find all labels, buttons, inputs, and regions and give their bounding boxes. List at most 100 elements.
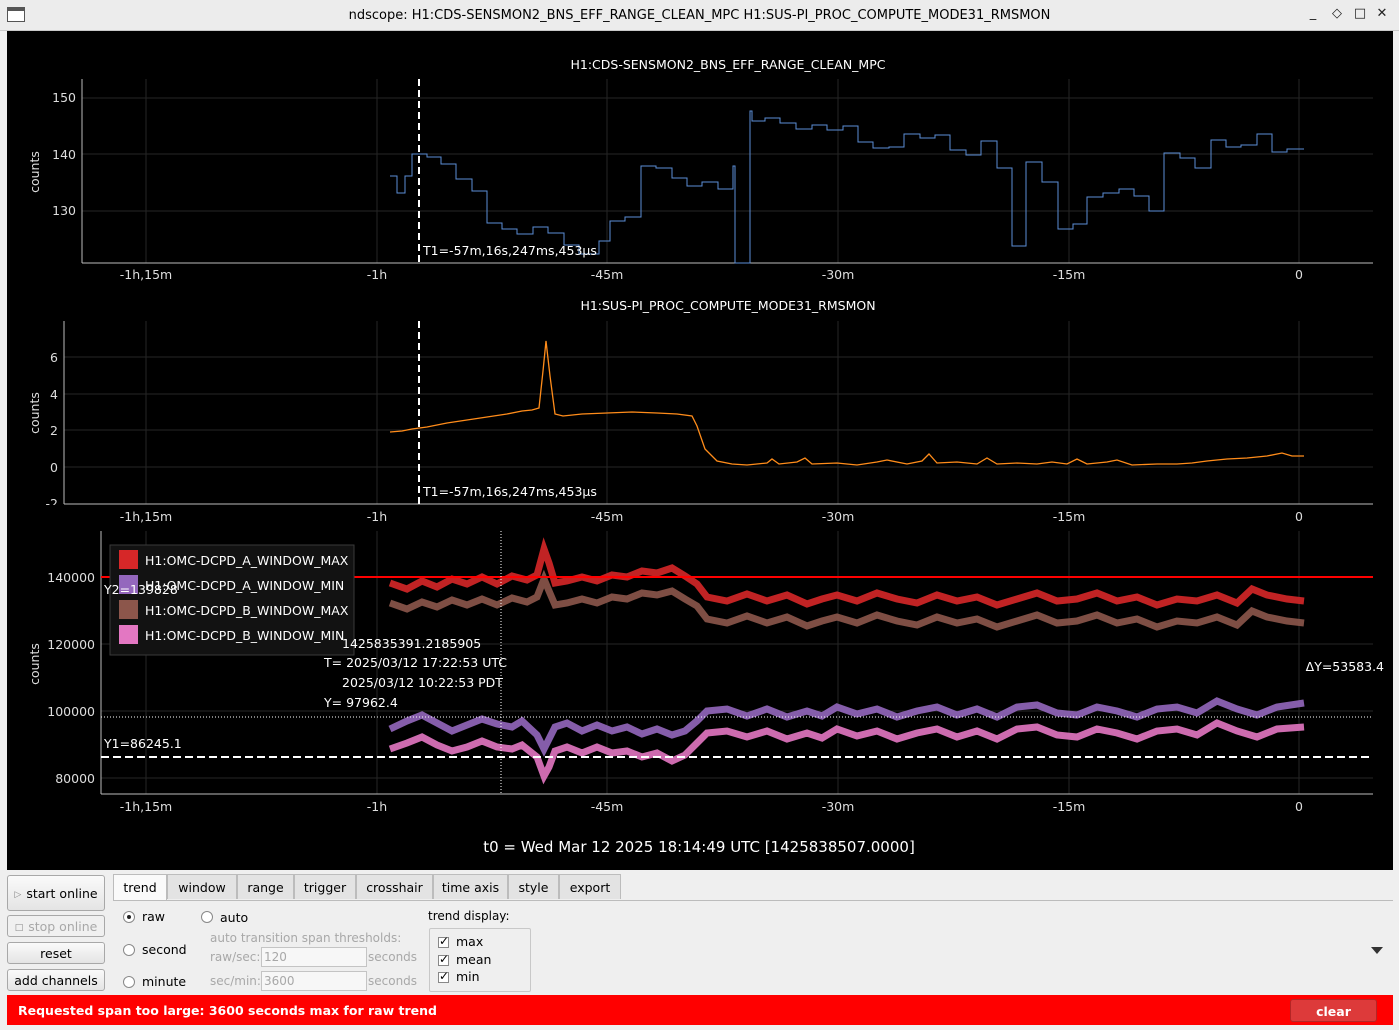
tab-export[interactable]: export [559, 874, 621, 899]
plot3-ytick: 140000 [47, 570, 95, 585]
raw-sec-label: raw/sec: [210, 950, 261, 964]
stop-online-label: stop online [28, 919, 98, 934]
trend-panel: raw second minute auto auto transition s… [113, 900, 1393, 992]
raw-label: raw [142, 909, 166, 924]
dcpd-a-min-trace [388, 697, 1305, 757]
plot1-title: H1:CDS-SENSMON2_BNS_EFF_RANGE_CLEAN_MPC [570, 57, 885, 72]
tab-trigger[interactable]: trigger [294, 874, 356, 899]
tab-time-axis[interactable]: time axis [433, 874, 508, 899]
tab-window[interactable]: window [167, 874, 237, 899]
title-bar: ndscope: H1:CDS-SENSMON2_BNS_EFF_RANGE_C… [0, 0, 1399, 31]
start-online-label: start online [26, 886, 98, 901]
legend-swatch [119, 600, 138, 619]
auto-label: auto [220, 910, 249, 925]
plot3-ytick: 80000 [55, 771, 95, 786]
plot2-ytick: 0 [50, 460, 58, 475]
minute-radio[interactable] [123, 976, 135, 988]
plot1-ytick: 150 [52, 90, 76, 105]
plot1-xtick: 0 [1295, 267, 1303, 282]
plot3-ylabel: counts [27, 643, 42, 685]
raw-radio[interactable] [123, 911, 135, 923]
window-title: ndscope: H1:CDS-SENSMON2_BNS_EFF_RANGE_C… [348, 8, 1051, 23]
tab-style[interactable]: style [508, 874, 559, 899]
plot2-title: H1:SUS-PI_PROC_COMPUTE_MODE31_RMSMON [580, 298, 875, 313]
plot3-xtick: -1h,15m [120, 799, 172, 814]
sec-min-label: sec/min: [210, 974, 261, 988]
reset-button[interactable]: reset [7, 942, 105, 964]
seconds-unit: seconds [368, 974, 418, 988]
stop-icon: □ [14, 923, 24, 933]
maximize-icon[interactable]: □ [1352, 6, 1368, 22]
expand-arrow-icon[interactable] [1371, 947, 1383, 954]
sec-min-input[interactable]: 3600 [261, 971, 367, 991]
plot3-xtick: -1h [367, 799, 387, 814]
plot-pi-rmsmon[interactable]: H1:SUS-PI_PROC_COMPUTE_MODE31_RMSMON 6 4… [7, 298, 1393, 524]
plot-omc-dcpd[interactable]: 140000 120000 100000 80000 counts -1h,15… [27, 531, 1384, 814]
plot2-xtick: -1h [367, 509, 387, 524]
plot3-xtick: -30m [822, 799, 855, 814]
max-checkbox[interactable] [438, 934, 449, 948]
auto-radio[interactable] [201, 911, 213, 923]
plot1-xtick: -1h,15m [120, 267, 172, 282]
plot1-xtick: -1h [367, 267, 387, 282]
plot1-ylabel: counts [27, 151, 42, 193]
plot2-cursor-label: T1=-57m,16s,247ms,453µs [422, 484, 597, 499]
raw-sec-input[interactable]: 120 [261, 947, 367, 967]
plot2-ytick: 4 [50, 387, 58, 402]
plot1-xtick: -30m [822, 267, 855, 282]
legend-item[interactable]: H1:OMC-DCPD_B_WINDOW_MIN [145, 628, 344, 643]
tab-range[interactable]: range [237, 874, 294, 899]
max-label: max [456, 934, 484, 949]
legend-swatch [119, 625, 138, 644]
t0-label: t0 = Wed Mar 12 2025 18:14:49 UTC [14258… [483, 838, 915, 856]
minimize-icon[interactable]: _ [1305, 6, 1321, 22]
plot2-xtick: -30m [822, 509, 855, 524]
plot3-xtick: 0 [1295, 799, 1303, 814]
restore-icon[interactable]: ◇ [1329, 6, 1345, 22]
min-checkbox[interactable] [438, 969, 449, 983]
tab-crosshair[interactable]: crosshair [356, 874, 433, 899]
plot-area[interactable]: H1:CDS-SENSMON2_BNS_EFF_RANGE_CLEAN_MPC … [7, 31, 1393, 870]
error-message: Requested span too large: 3600 seconds m… [18, 1003, 437, 1018]
plot1-cursor-label: T1=-57m,16s,247ms,453µs [422, 243, 597, 258]
close-icon[interactable]: ✕ [1374, 6, 1390, 22]
plot1-xtick: -45m [591, 267, 624, 282]
second-label: second [142, 942, 187, 957]
plot3-xtick: -45m [591, 799, 624, 814]
clear-button[interactable]: clear [1290, 999, 1377, 1022]
legend-swatch [119, 550, 138, 569]
error-banner: Requested span too large: 3600 seconds m… [7, 995, 1393, 1025]
add-channels-button[interactable]: add channels [7, 969, 105, 991]
plot2-trace [389, 340, 1304, 466]
auto-threshold-header: auto transition span thresholds: [210, 931, 402, 945]
dcpd-b-min-trace [388, 719, 1305, 785]
start-online-button[interactable]: ▷ start online [7, 875, 105, 911]
legend-item[interactable]: H1:OMC-DCPD_A_WINDOW_MAX [145, 553, 349, 568]
plot3-ytick: 120000 [47, 637, 95, 652]
crosshair-utc: T= 2025/03/12 17:22:53 UTC [323, 655, 507, 670]
plot3-ytick: 100000 [47, 704, 95, 719]
delta-y-label: ΔY=53583.4 [1306, 659, 1384, 674]
plot2-xtick: 0 [1295, 509, 1303, 524]
plot1-xtick: -15m [1053, 267, 1086, 282]
tab-trend[interactable]: trend [113, 874, 167, 901]
status-bar: Requested span too large: 3600 seconds m… [0, 994, 1399, 1030]
crosshair-gps: 1425835391.2185905 [342, 636, 481, 651]
plot2-xtick: -45m [591, 509, 624, 524]
plot2-xtick: -15m [1053, 509, 1086, 524]
control-panel: ▷ start online □ stop online reset add cha… [0, 870, 1399, 994]
trend-display-group: max mean min [429, 928, 531, 992]
plot2-ylabel: counts [27, 392, 42, 434]
stop-online-button[interactable]: □ stop online [7, 915, 105, 937]
plot1-ytick: 130 [52, 203, 76, 218]
second-radio[interactable] [123, 944, 135, 956]
mean-label: mean [456, 952, 492, 967]
crosshair-y: Y= 97962.4 [323, 695, 398, 710]
y1-label: Y1=86245.1 [103, 736, 182, 751]
plot2-ytick: 2 [50, 423, 58, 438]
crosshair-pdt: 2025/03/12 10:22:53 PDT [342, 675, 503, 690]
mean-checkbox[interactable] [438, 952, 449, 966]
legend-item[interactable]: H1:OMC-DCPD_B_WINDOW_MAX [145, 603, 349, 618]
plot-range-bns[interactable]: H1:CDS-SENSMON2_BNS_EFF_RANGE_CLEAN_MPC … [27, 57, 1373, 282]
min-label: min [456, 969, 480, 984]
